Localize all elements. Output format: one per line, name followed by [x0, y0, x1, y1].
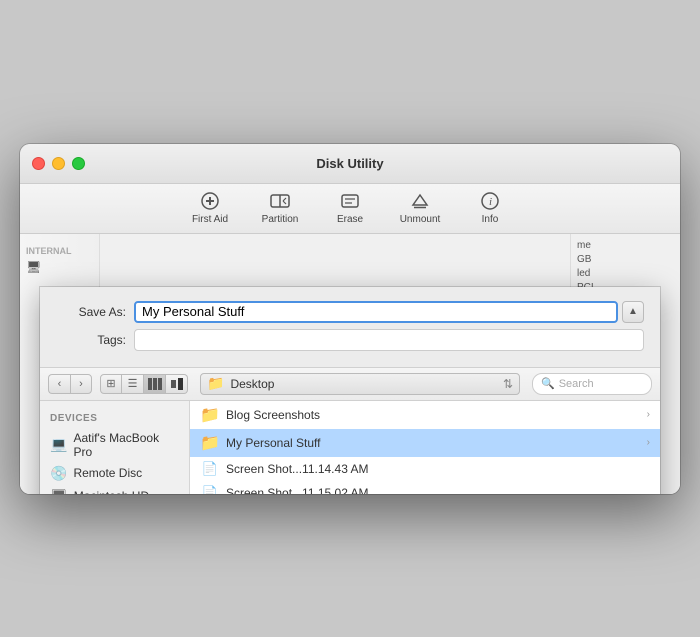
files-panel: 📁 Blog Screenshots › 📁 My Personal Stuff…: [190, 401, 660, 494]
title-bar: Disk Utility: [20, 144, 680, 184]
file-name-my-personal-stuff: My Personal Stuff: [226, 436, 641, 450]
svg-text:i: i: [489, 196, 492, 208]
unmount-icon: [406, 190, 434, 212]
main-content: Internal 🖥 me GB led PCI Save As:: [20, 234, 680, 494]
screenshot1-icon: 📄: [200, 461, 220, 477]
disk-panel-row-me: me: [577, 240, 674, 251]
tags-input[interactable]: [134, 329, 644, 351]
file-name-blog-screenshots: Blog Screenshots: [226, 408, 641, 422]
screenshot2-icon: 📄: [200, 485, 220, 494]
save-as-row: Save As: ▲: [56, 301, 644, 323]
toolbar-item-partition[interactable]: Partition: [255, 190, 305, 225]
window-controls: [32, 157, 85, 170]
file-list-area: Devices 💻 Aatif's MacBook Pro 💿 Remote D…: [40, 401, 660, 494]
save-dialog-header: Save As: ▲ Tags:: [40, 287, 660, 367]
info-icon: i: [476, 190, 504, 212]
erase-icon: [336, 190, 364, 212]
search-placeholder: Search: [559, 378, 594, 390]
disk-panel-row-gb: GB: [577, 254, 674, 265]
disk-section-header: Internal: [20, 242, 99, 258]
file-name-screenshot2: Screen Shot...11.15.02 AM: [226, 486, 650, 494]
sidebar-item-macintosh-hd[interactable]: 🖥 Macintosh HD: [40, 485, 189, 494]
minimize-button[interactable]: [52, 157, 65, 170]
first-aid-label: First Aid: [192, 214, 228, 225]
view-buttons: ⊞ ☰: [100, 374, 188, 394]
partition-label: Partition: [262, 214, 299, 225]
remote-disc-label: Remote Disc: [73, 466, 142, 480]
macintosh-hd-label: Macintosh HD: [74, 489, 149, 494]
view-column-button[interactable]: [144, 374, 166, 394]
file-item-my-personal-stuff[interactable]: 📁 My Personal Stuff ›: [190, 429, 660, 457]
browser-toolbar: ‹ › ⊞ ☰: [40, 368, 660, 401]
partition-icon: [266, 190, 294, 212]
save-as-input-container: ▲: [134, 301, 644, 323]
folder-blog-icon: 📁: [200, 405, 220, 425]
expand-button[interactable]: ▲: [622, 301, 644, 323]
file-item-screenshot1[interactable]: 📄 Screen Shot...11.14.43 AM: [190, 457, 660, 481]
view-list-button[interactable]: ☰: [122, 374, 144, 394]
view-coverflow-button[interactable]: [166, 374, 188, 394]
maximize-button[interactable]: [72, 157, 85, 170]
unmount-label: Unmount: [400, 214, 441, 225]
location-dropdown[interactable]: 📁 Desktop ⇅: [200, 373, 520, 395]
location-label: Desktop: [230, 377, 274, 391]
search-icon: 🔍: [541, 377, 555, 390]
toolbar-item-unmount[interactable]: Unmount: [395, 190, 445, 225]
window-title: Disk Utility: [316, 156, 383, 171]
file-browser: ‹ › ⊞ ☰: [40, 367, 660, 494]
folder-icon: 📁: [207, 375, 224, 392]
toolbar-item-erase[interactable]: Erase: [325, 190, 375, 225]
forward-button[interactable]: ›: [70, 374, 92, 394]
view-icon-button[interactable]: ⊞: [100, 374, 122, 394]
macintosh-hd-icon: 🖥: [50, 488, 68, 494]
first-aid-icon: [196, 190, 224, 212]
devices-section-title: Devices: [40, 409, 189, 428]
main-window: Disk Utility First Aid Partition: [20, 144, 680, 494]
remote-disc-icon: 💿: [50, 465, 67, 482]
tags-label: Tags:: [56, 333, 126, 347]
info-label: Info: [482, 214, 499, 225]
erase-label: Erase: [337, 214, 363, 225]
toolbar-item-first-aid[interactable]: First Aid: [185, 190, 235, 225]
macbook-label: Aatif's MacBook Pro: [73, 431, 179, 459]
save-as-label: Save As:: [56, 305, 126, 319]
file-item-screenshot2[interactable]: 📄 Screen Shot...11.15.02 AM: [190, 481, 660, 494]
nav-buttons: ‹ ›: [48, 374, 92, 394]
toolbar-item-info[interactable]: i Info: [465, 190, 515, 225]
dropdown-arrows: ⇅: [503, 377, 513, 391]
toolbar: First Aid Partition Erase: [20, 184, 680, 234]
tags-row: Tags:: [56, 329, 644, 351]
file-name-screenshot1: Screen Shot...11.14.43 AM: [226, 462, 650, 476]
folder-personal-icon: 📁: [200, 433, 220, 453]
sidebar-item-remote-disc[interactable]: 💿 Remote Disc: [40, 462, 189, 485]
disk-device-icon: 🖥: [26, 260, 41, 274]
disk-panel-row-led: led: [577, 268, 674, 279]
macbook-icon: 💻: [50, 436, 67, 453]
search-box[interactable]: 🔍 Search: [532, 373, 652, 395]
file-arrow-blog: ›: [647, 409, 650, 420]
disk-device-row: 🖥: [20, 258, 99, 276]
sidebar-item-macbook[interactable]: 💻 Aatif's MacBook Pro: [40, 428, 189, 462]
back-button[interactable]: ‹: [48, 374, 70, 394]
save-as-input[interactable]: [134, 301, 618, 323]
sidebar-panel: Devices 💻 Aatif's MacBook Pro 💿 Remote D…: [40, 401, 190, 494]
close-button[interactable]: [32, 157, 45, 170]
file-arrow-personal: ›: [647, 437, 650, 448]
file-item-blog-screenshots[interactable]: 📁 Blog Screenshots ›: [190, 401, 660, 429]
tags-input-container: [134, 329, 644, 351]
save-sheet: Save As: ▲ Tags: ‹: [40, 287, 660, 494]
